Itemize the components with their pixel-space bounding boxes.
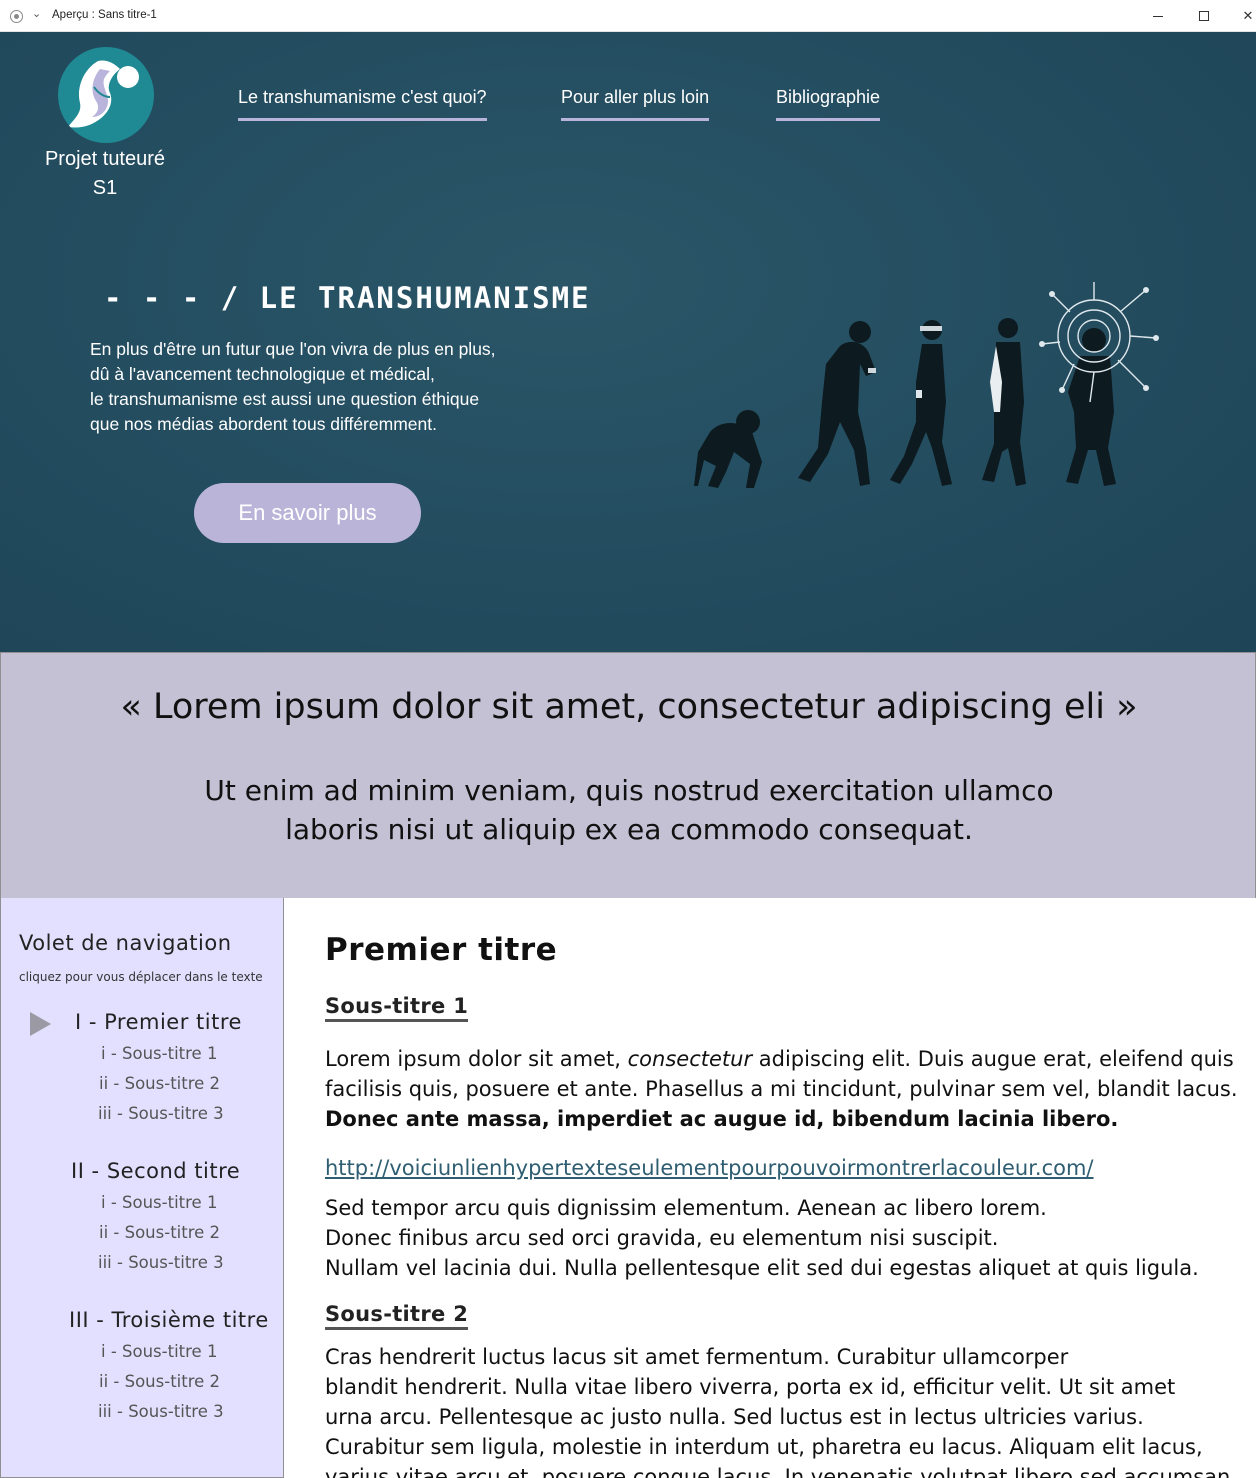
- play-arrow-icon: [30, 1012, 51, 1036]
- nav-link-aller-plus-loin[interactable]: Pour aller plus loin: [561, 87, 710, 121]
- evolution-illustration: [694, 282, 1159, 488]
- paragraph-emphasis: consectetur: [627, 1047, 753, 1071]
- sidebar-subitem[interactable]: i - Sous-titre 1: [101, 1044, 217, 1063]
- paragraph-line: urna arcu. Pellentesque ac justo nulla. …: [325, 1405, 1144, 1429]
- section-title: Premier titre: [325, 932, 558, 968]
- logo-icon[interactable]: [58, 47, 154, 143]
- paragraph: Lorem ipsum dolor sit amet, consectetur …: [325, 1044, 1238, 1134]
- paragraph: Cras hendrerit luctus lacus sit amet fer…: [325, 1342, 1238, 1478]
- paragraph: Sed tempor arcu quis dignissim elementum…: [325, 1193, 1225, 1283]
- learn-more-button[interactable]: En savoir plus: [194, 483, 421, 543]
- hyperlink[interactable]: http://voiciunlienhypertexteseulementpou…: [325, 1156, 1094, 1180]
- logo-name: Projet tuteuré S1: [20, 145, 190, 203]
- hero-section: Projet tuteuré S1 Le transhumanisme c'es…: [0, 32, 1256, 653]
- paragraph-line: Lorem ipsum dolor sit amet, consectetur …: [325, 1044, 1234, 1074]
- sidebar-item-premier-titre[interactable]: I - Premier titre: [75, 1010, 242, 1034]
- minimize-icon: [1153, 15, 1163, 17]
- sidebar-subitem[interactable]: iii - Sous-titre 3: [98, 1253, 224, 1272]
- paragraph-line: Donec finibus arcu sed orci gravida, eu …: [325, 1226, 999, 1250]
- sidebar-subitem[interactable]: ii - Sous-titre 2: [99, 1372, 220, 1391]
- paragraph-bold: Donec ante massa, imperdiet ac augue id,…: [325, 1107, 1119, 1131]
- hero-text-line: En plus d'être un futur que l'on vivra d…: [90, 339, 496, 359]
- close-icon: ✕: [1242, 8, 1254, 24]
- quote-sub: Ut enim ad minim veniam, quis nostrud ex…: [1, 771, 1256, 849]
- paragraph-line: blandit hendrerit. Nulla vitae libero vi…: [325, 1375, 1176, 1399]
- hero-text-line: dû à l'avancement technologique et médic…: [90, 364, 435, 384]
- logo-name-line1: Projet tuteuré: [44, 148, 166, 170]
- window-titlebar: ⌄ Aperçu : Sans titre-1 ✕: [0, 0, 1256, 32]
- paragraph-line: varius vitae arcu et, posuere congue lac…: [325, 1465, 1238, 1478]
- window-title: Aperçu : Sans titre-1: [52, 9, 157, 21]
- sidebar-subitem[interactable]: iii - Sous-titre 3: [98, 1104, 224, 1123]
- paragraph-line: Nullam vel lacinia dui. Nulla pellentesq…: [325, 1256, 1199, 1280]
- sidebar-subitem[interactable]: iii - Sous-titre 3: [98, 1402, 224, 1421]
- sidebar-subitem[interactable]: i - Sous-titre 1: [101, 1193, 217, 1212]
- paragraph-line: Curabitur sem ligula, molestie in interd…: [325, 1435, 1203, 1459]
- paragraph-line: facilisis quis, posuere et ante. Phasell…: [325, 1077, 1238, 1101]
- sidebar-item-troisieme-titre[interactable]: III - Troisième titre: [69, 1308, 269, 1332]
- hero-text-line: que nos médias abordent tous différemmen…: [90, 414, 437, 434]
- close-button[interactable]: ✕: [1233, 4, 1256, 28]
- sidebar-hint: cliquez pour vous déplacer dans le texte: [19, 970, 263, 984]
- chevron-down-icon[interactable]: ⌄: [32, 7, 41, 20]
- hero-text-line: le transhumanisme est aussi une question…: [90, 389, 480, 409]
- hero-text: En plus d'être un futur que l'on vivra d…: [90, 337, 560, 437]
- quote-band: « Lorem ipsum dolor sit amet, consectetu…: [0, 653, 1256, 898]
- paragraph-line: Sed tempor arcu quis dignissim elementum…: [325, 1196, 1047, 1220]
- sidebar-item-second-titre[interactable]: II - Second titre: [71, 1159, 240, 1183]
- maximize-button[interactable]: [1189, 4, 1219, 28]
- nav-link-bibliographie[interactable]: Bibliographie: [776, 87, 881, 121]
- minimize-button[interactable]: [1143, 4, 1173, 28]
- paragraph-line: Cras hendrerit luctus lacus sit amet fer…: [325, 1345, 1069, 1369]
- hero-title: - - - / LE TRANSHUMANISME: [104, 281, 591, 315]
- quote-sub-line: Ut enim ad minim veniam, quis nostrud ex…: [204, 774, 1054, 807]
- main-content: Premier titre Sous-titre 1 Lorem ipsum d…: [284, 898, 1256, 1478]
- logo-name-line2: S1: [92, 177, 118, 199]
- nav-link-transhumanisme[interactable]: Le transhumanisme c'est quoi?: [238, 87, 487, 121]
- maximize-icon: [1199, 11, 1209, 21]
- sidebar-subitem[interactable]: ii - Sous-titre 2: [99, 1223, 220, 1242]
- sidebar-subitem[interactable]: i - Sous-titre 1: [101, 1342, 217, 1361]
- subsection-title: Sous-titre 2: [325, 1302, 469, 1330]
- paragraph-text: Lorem ipsum dolor sit amet,: [325, 1047, 628, 1071]
- quote-main: « Lorem ipsum dolor sit amet, consectetu…: [120, 687, 1138, 727]
- quote-sub-line: laboris nisi ut aliquip ex ea commodo co…: [285, 813, 973, 846]
- sidebar-title: Volet de navigation: [19, 931, 232, 955]
- sidebar-subitem[interactable]: ii - Sous-titre 2: [99, 1074, 220, 1093]
- navigation-pane: Volet de navigation cliquez pour vous dé…: [0, 898, 284, 1478]
- app-icon: [10, 10, 23, 23]
- paragraph-text: adipiscing elit. Duis augue erat, eleife…: [752, 1047, 1234, 1071]
- subsection-title: Sous-titre 1: [325, 994, 469, 1022]
